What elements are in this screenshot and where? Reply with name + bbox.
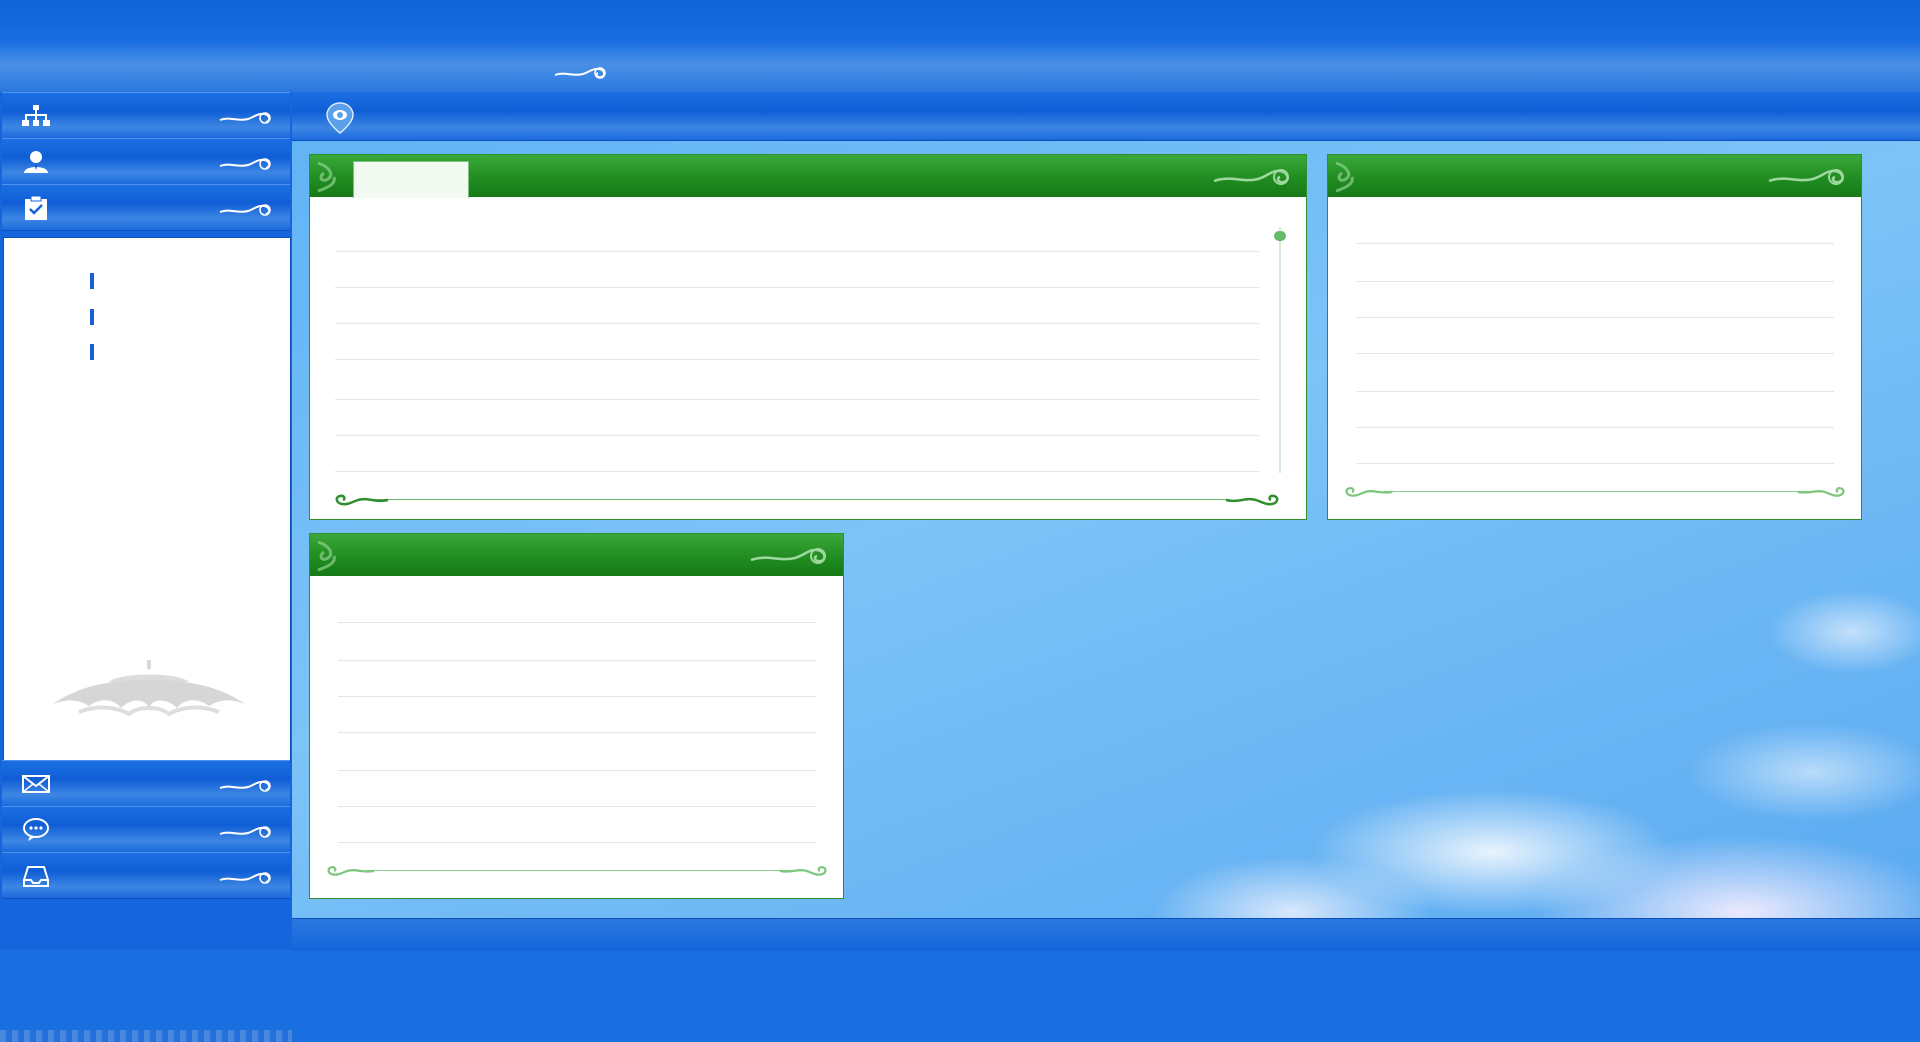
main-panel <box>309 154 1307 520</box>
panel-footer-rule <box>366 870 792 871</box>
panel-footer-rule <box>1384 491 1810 492</box>
list-row-divider <box>335 251 1259 252</box>
sidebar-item-inbox[interactable] <box>2 852 290 899</box>
list-row-divider <box>1356 353 1834 354</box>
corner-ornament-icon <box>1335 161 1354 193</box>
footer-swirl-left-icon <box>1345 487 1393 497</box>
list-row-divider <box>338 732 816 733</box>
list-row-divider <box>338 660 816 661</box>
sidebar-submenu <box>3 237 291 762</box>
cloud-swirl-icon <box>1768 169 1844 185</box>
bottom-panel <box>309 533 844 899</box>
cloud-swirl-icon <box>219 204 271 216</box>
top-banner <box>0 0 1920 93</box>
list-row-divider <box>1356 281 1834 282</box>
mail-icon <box>22 775 50 793</box>
map-pin-icon <box>326 102 354 134</box>
list-row-divider <box>335 287 1259 288</box>
corner-ornament-icon <box>317 161 336 193</box>
footer-swirl-left-icon <box>335 494 389 506</box>
right-panel <box>1327 154 1862 520</box>
status-bar <box>292 918 1920 951</box>
sidebar-item-mail[interactable] <box>2 760 290 807</box>
list-row-divider <box>338 770 816 771</box>
footer-swirl-right-icon <box>1797 487 1845 497</box>
list-row-divider <box>338 622 816 623</box>
clipboard-check-icon <box>25 196 47 220</box>
cloud-swirl-icon <box>554 67 606 79</box>
cloud-swirl-icon <box>219 780 271 792</box>
cloud-swirl-icon <box>1213 169 1289 185</box>
list-row-divider <box>338 806 816 807</box>
submenu-item[interactable] <box>90 273 94 289</box>
panel-header <box>310 534 843 576</box>
cloud-swirl-icon <box>219 872 271 884</box>
footer-swirl-right-icon <box>1225 494 1279 506</box>
user-icon <box>24 151 48 173</box>
list-row-divider <box>335 399 1259 400</box>
cloud-swirl-icon <box>219 112 271 124</box>
panel-header <box>310 155 1306 198</box>
list-row-divider <box>335 435 1259 436</box>
panel-header <box>1328 155 1861 197</box>
org-chart-icon <box>22 105 50 126</box>
panel-footer-rule <box>360 499 1230 500</box>
cloud-swirl-icon <box>750 548 826 564</box>
list-row-divider <box>1356 243 1834 244</box>
sidebar-item-tasks[interactable] <box>2 184 290 231</box>
scrollbar-thumb[interactable] <box>1274 231 1286 241</box>
submenu-item[interactable] <box>90 309 94 325</box>
inbox-icon <box>23 866 49 887</box>
scrollbar-track[interactable] <box>1279 227 1281 473</box>
list-row-divider <box>1356 463 1834 464</box>
corner-ornament-icon <box>317 540 336 572</box>
list-row-divider <box>1356 317 1834 318</box>
list-row-divider <box>335 323 1259 324</box>
list-row-divider <box>1356 427 1834 428</box>
chat-icon <box>23 818 49 841</box>
sidebar-footer-pattern <box>0 1030 292 1042</box>
list-row-divider <box>338 696 816 697</box>
cloud-swirl-icon <box>219 826 271 838</box>
list-row-divider <box>335 471 1259 472</box>
footer-swirl-left-icon <box>327 866 375 876</box>
footer-swirl-right-icon <box>779 866 827 876</box>
yurt-watermark-icon <box>53 660 245 717</box>
sidebar-item-organization[interactable] <box>2 92 290 139</box>
list-row-divider <box>1356 391 1834 392</box>
submenu-item[interactable] <box>90 344 94 360</box>
list-row-divider <box>335 359 1259 360</box>
sidebar <box>0 92 292 1042</box>
list-row-divider <box>338 842 816 843</box>
location-bar <box>292 92 1920 141</box>
cloud-swirl-icon <box>219 158 271 170</box>
sidebar-item-chat[interactable] <box>2 806 290 853</box>
sidebar-item-user[interactable] <box>2 138 290 185</box>
tab-active[interactable] <box>353 161 469 198</box>
